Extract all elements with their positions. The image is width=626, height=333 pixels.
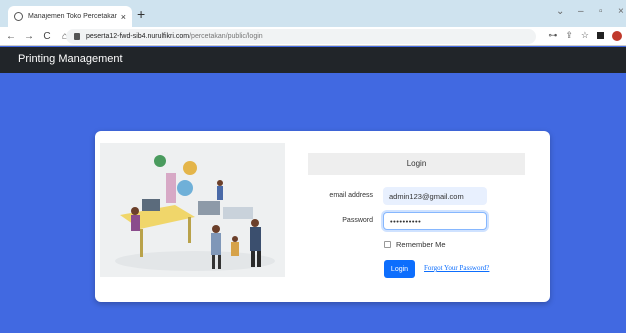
tab-search-icon[interactable]: ⌄ — [556, 6, 564, 17]
restore-icon[interactable]: ▫ — [599, 6, 603, 17]
sidebar-icon[interactable] — [597, 32, 604, 39]
login-heading: Login — [308, 153, 525, 175]
back-icon[interactable]: ← — [4, 31, 18, 42]
lock-icon — [74, 33, 80, 40]
new-tab-button[interactable]: + — [137, 7, 145, 21]
email-label: email address — [329, 192, 373, 199]
browser-tab-bar: Manajemen Toko Percetakan × + ⌄ – ▫ × — [0, 0, 626, 27]
bookmark-star-icon[interactable]: ☆ — [581, 30, 589, 41]
browser-toolbar: ← → C ⌂ peserta12-fwd-sib4.nurulfikri.co… — [0, 27, 626, 46]
url-host: peserta12-fwd-sib4.nurulfikri.com — [86, 33, 190, 40]
remember-me-checkbox[interactable] — [384, 241, 391, 248]
close-window-icon[interactable]: × — [618, 6, 624, 17]
address-bar[interactable]: peserta12-fwd-sib4.nurulfikri.com/percet… — [66, 29, 536, 44]
login-button[interactable]: Login — [384, 260, 415, 278]
app-brand[interactable]: Printing Management — [18, 53, 123, 65]
key-icon[interactable]: ⊶ — [548, 30, 557, 41]
toolbar-icons: ⊶ ⇪ ☆ — [548, 30, 622, 41]
login-card: Login email address Password Remember Me… — [95, 131, 550, 302]
minimize-icon[interactable]: – — [578, 6, 584, 17]
reload-icon[interactable]: C — [40, 31, 54, 42]
tab-close-icon[interactable]: × — [121, 12, 126, 22]
email-field[interactable] — [383, 187, 487, 205]
url-path: /percetakan/public/login — [189, 33, 263, 40]
password-field[interactable] — [383, 212, 487, 230]
forward-icon[interactable]: → — [22, 31, 36, 42]
browser-tab[interactable]: Manajemen Toko Percetakan × — [8, 6, 132, 27]
tab-title: Manajemen Toko Percetakan — [28, 13, 117, 20]
extension-icon[interactable] — [612, 30, 622, 41]
share-icon[interactable]: ⇪ — [565, 30, 573, 41]
office-illustration — [100, 143, 285, 277]
remember-me-label[interactable]: Remember Me — [396, 240, 446, 249]
app-navbar: Printing Management — [0, 47, 626, 73]
forgot-password-link[interactable]: Forgot Your Password? — [424, 264, 489, 272]
site-favicon-icon — [14, 12, 23, 21]
password-label: Password — [342, 217, 373, 224]
